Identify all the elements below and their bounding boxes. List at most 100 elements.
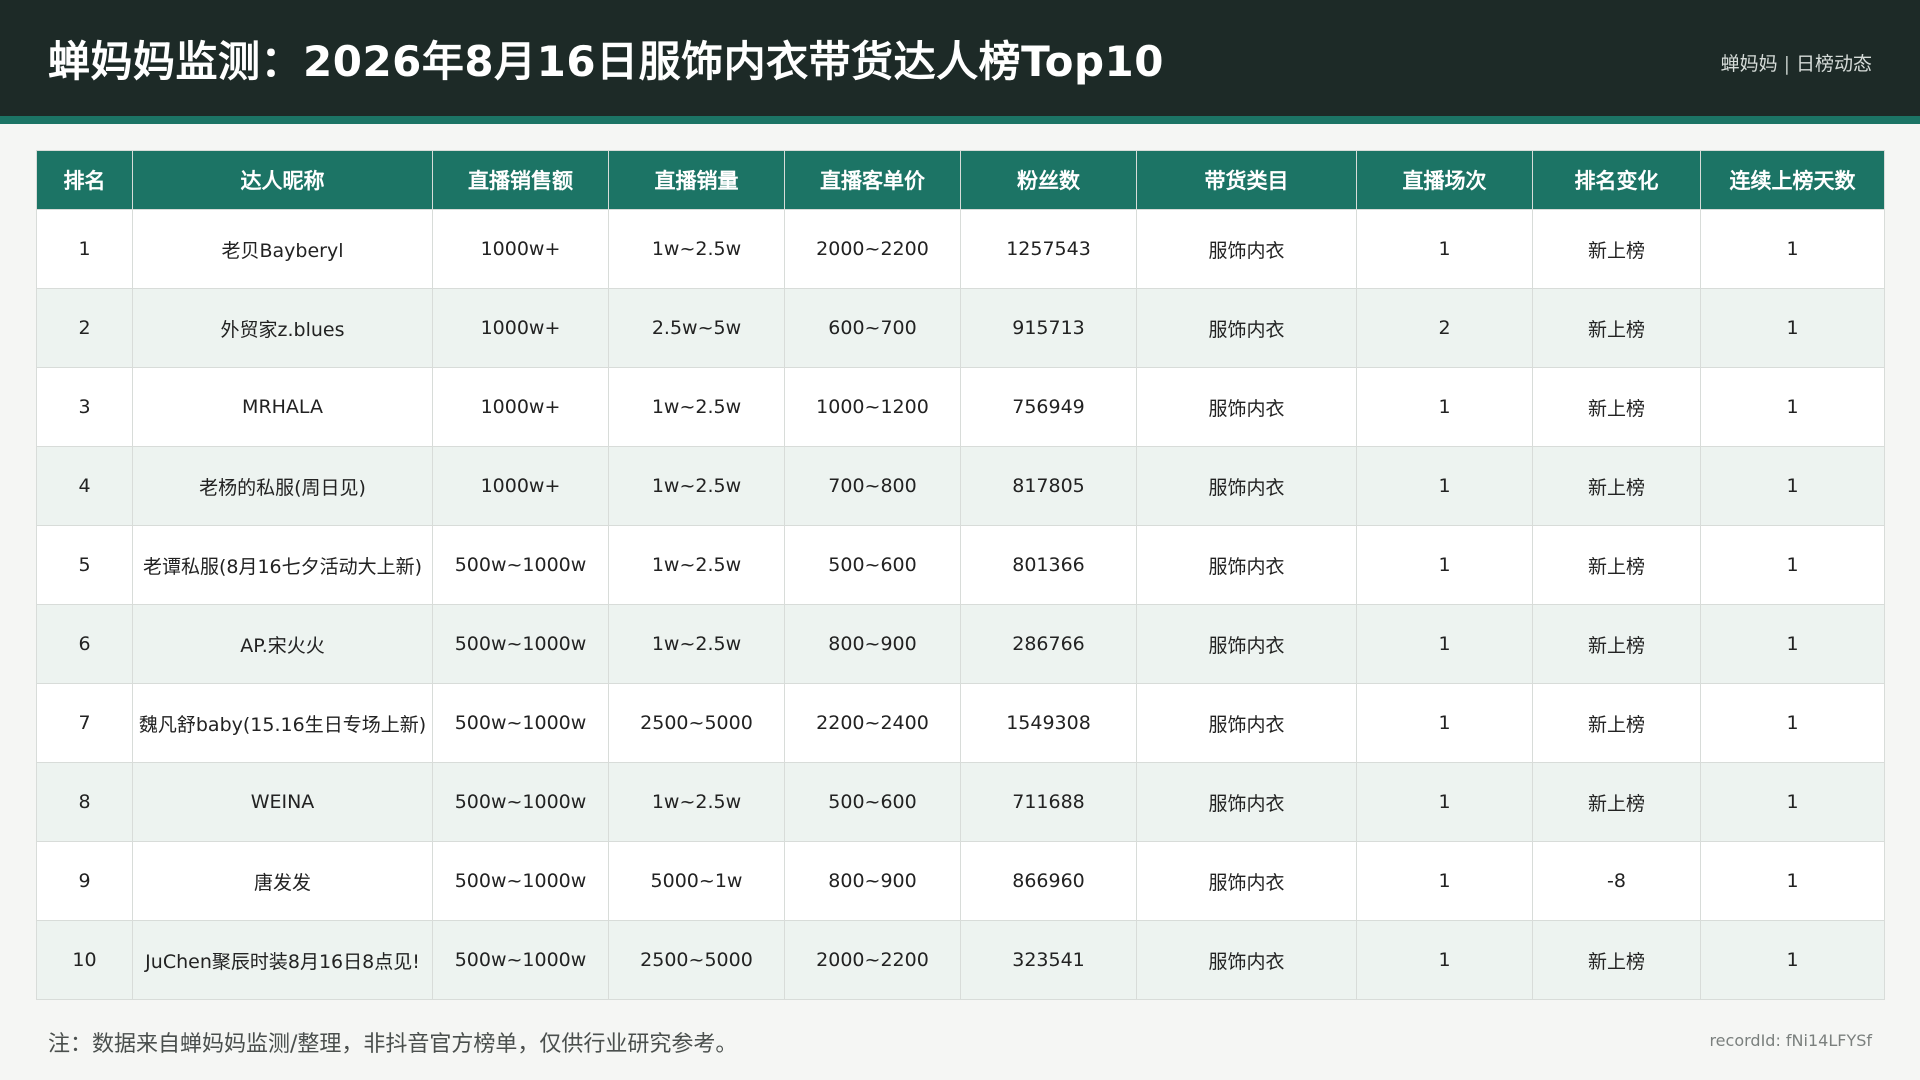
- table-cell: 2500~5000: [608, 920, 785, 1000]
- table-cell: 2500~5000: [608, 683, 785, 763]
- table-cell: 711688: [960, 762, 1137, 842]
- table-cell: 外贸家z.blues: [132, 288, 433, 368]
- column-header: 直播客单价: [784, 150, 961, 210]
- brand-separator: |: [1783, 53, 1790, 75]
- table-cell: 1: [1356, 525, 1533, 605]
- table-cell: 服饰内衣: [1136, 920, 1357, 1000]
- table-cell: 1w~2.5w: [608, 367, 785, 447]
- table-cell: 1: [1700, 920, 1885, 1000]
- table-cell: 新上榜: [1532, 525, 1701, 605]
- table-cell: 500w~1000w: [432, 762, 609, 842]
- table-cell: 1257543: [960, 209, 1137, 289]
- table-row: 1 老贝Bayberyl 1000w+ 1w~2.5w 2000~2200 1257543…: [36, 209, 1885, 289]
- table-cell: 新上榜: [1532, 367, 1701, 447]
- table-cell: 5000~1w: [608, 841, 785, 921]
- table-cell: 1000w+: [432, 446, 609, 526]
- table-cell: 1000w+: [432, 209, 609, 289]
- table-cell: 1: [1700, 762, 1885, 842]
- table-cell: 1: [1700, 367, 1885, 447]
- table-cell: 4: [36, 446, 133, 526]
- table-cell: 服饰内衣: [1136, 525, 1357, 605]
- table-row: 8 WEINA 500w~1000w 1w~2.5w 500~600 711688 服饰内衣…: [36, 762, 1885, 842]
- table-cell: 9: [36, 841, 133, 921]
- table-cell: 1: [1356, 367, 1533, 447]
- table-cell: 服饰内衣: [1136, 604, 1357, 684]
- table-cell: 915713: [960, 288, 1137, 368]
- table-row: 7 魏凡舒baby(15.16生日专场上新) 500w~1000w 2500~5000…: [36, 683, 1885, 763]
- table-cell: 500w~1000w: [432, 920, 609, 1000]
- table-cell: 500w~1000w: [432, 683, 609, 763]
- table-cell: 10: [36, 920, 133, 1000]
- table-cell: 500~600: [784, 762, 961, 842]
- table-row: 10 JuChen聚辰时装8月16日8点见! 500w~1000w 2500~5000…: [36, 920, 1885, 1000]
- table-cell: 756949: [960, 367, 1137, 447]
- table-cell: 1000~1200: [784, 367, 961, 447]
- ranking-table: 排名 达人昵称 直播销售额 直播销量 直播客单价 粉丝数 带货类目 直播场次 排名变化 连续上榜天…: [36, 150, 1885, 1000]
- table-cell: 1: [1700, 525, 1885, 605]
- table-cell: 1: [1700, 604, 1885, 684]
- table-cell: 1000w+: [432, 367, 609, 447]
- table-row: 4 老杨的私服(周日见) 1000w+ 1w~2.5w 700~800 817805 服饰内…: [36, 446, 1885, 526]
- table-cell: 2: [1356, 288, 1533, 368]
- column-header: 直播场次: [1356, 150, 1533, 210]
- table-cell: 魏凡舒baby(15.16生日专场上新): [132, 683, 433, 763]
- table-cell: 新上榜: [1532, 920, 1701, 1000]
- table-cell: 800~900: [784, 841, 961, 921]
- table-cell: 500w~1000w: [432, 841, 609, 921]
- table-cell: 1: [1356, 683, 1533, 763]
- table-cell: 老贝Bayberyl: [132, 209, 433, 289]
- table-cell: MRHALA: [132, 367, 433, 447]
- table-cell: 1549308: [960, 683, 1137, 763]
- table-cell: 1: [1700, 288, 1885, 368]
- page: 蝉妈妈监测：2026年8月16日服饰内衣带货达人榜Top10 蝉妈妈 | 日榜动态 …: [0, 0, 1920, 1080]
- table-cell: 1: [1700, 446, 1885, 526]
- table-cell: 服饰内衣: [1136, 762, 1357, 842]
- table-cell: 新上榜: [1532, 762, 1701, 842]
- table-header-row: 排名 达人昵称 直播销售额 直播销量 直播客单价 粉丝数 带货类目 直播场次 排名变化 连续上榜天…: [36, 150, 1885, 210]
- table-cell: -8: [1532, 841, 1701, 921]
- table-cell: 286766: [960, 604, 1137, 684]
- table-row: 3 MRHALA 1000w+ 1w~2.5w 1000~1200 756949 服饰内衣 1…: [36, 367, 1885, 447]
- table-cell: 2000~2200: [784, 920, 961, 1000]
- table-cell: 1: [1700, 209, 1885, 289]
- table-cell: 3: [36, 367, 133, 447]
- table-cell: 新上榜: [1532, 288, 1701, 368]
- table-cell: 服饰内衣: [1136, 209, 1357, 289]
- table-cell: 服饰内衣: [1136, 367, 1357, 447]
- table-cell: 1: [1700, 841, 1885, 921]
- table-cell: 服饰内衣: [1136, 446, 1357, 526]
- table-cell: 1: [36, 209, 133, 289]
- record-id: recordId: fNi14LFYSf: [1709, 1031, 1872, 1050]
- ranking-table-container: 排名 达人昵称 直播销售额 直播销量 直播客单价 粉丝数 带货类目 直播场次 排名变化 连续上榜天…: [36, 150, 1885, 1000]
- table-cell: 1: [1356, 762, 1533, 842]
- table-cell: 唐发发: [132, 841, 433, 921]
- header-accent-stripe: [0, 116, 1920, 124]
- header-bar: 蝉妈妈监测：2026年8月16日服饰内衣带货达人榜Top10 蝉妈妈 | 日榜动态: [0, 0, 1920, 116]
- table-cell: 7: [36, 683, 133, 763]
- table-cell: 817805: [960, 446, 1137, 526]
- table-cell: 1: [1356, 209, 1533, 289]
- brand-label: 蝉妈妈 | 日榜动态: [1721, 0, 1872, 116]
- page-title: 蝉妈妈监测：2026年8月16日服饰内衣带货达人榜Top10: [48, 37, 1165, 86]
- column-header: 连续上榜天数: [1700, 150, 1885, 210]
- table-cell: 1w~2.5w: [608, 604, 785, 684]
- column-header: 排名变化: [1532, 150, 1701, 210]
- table-cell: 1w~2.5w: [608, 446, 785, 526]
- table-cell: 500w~1000w: [432, 525, 609, 605]
- table-row: 5 老谭私服(8月16七夕活动大上新) 500w~1000w 1w~2.5w 500~6…: [36, 525, 1885, 605]
- table-cell: 6: [36, 604, 133, 684]
- table-cell: 老杨的私服(周日见): [132, 446, 433, 526]
- table-cell: 500w~1000w: [432, 604, 609, 684]
- table-cell: WEINA: [132, 762, 433, 842]
- table-cell: 新上榜: [1532, 683, 1701, 763]
- column-header: 粉丝数: [960, 150, 1137, 210]
- column-header: 直播销售额: [432, 150, 609, 210]
- footnote: 注：数据来自蝉妈妈监测/整理，非抖音官方榜单，仅供行业研究参考。: [48, 1032, 738, 1057]
- table-row: 9 唐发发 500w~1000w 5000~1w 800~900 866960 服饰内衣 1-…: [36, 841, 1885, 921]
- table-cell: 1: [1700, 683, 1885, 763]
- table-row: 2 外贸家z.blues 1000w+ 2.5w~5w 600~700 915713 服饰内…: [36, 288, 1885, 368]
- brand-name: 蝉妈妈: [1720, 53, 1778, 75]
- table-cell: 新上榜: [1532, 446, 1701, 526]
- table-cell: 老谭私服(8月16七夕活动大上新): [132, 525, 433, 605]
- table-cell: 1: [1356, 604, 1533, 684]
